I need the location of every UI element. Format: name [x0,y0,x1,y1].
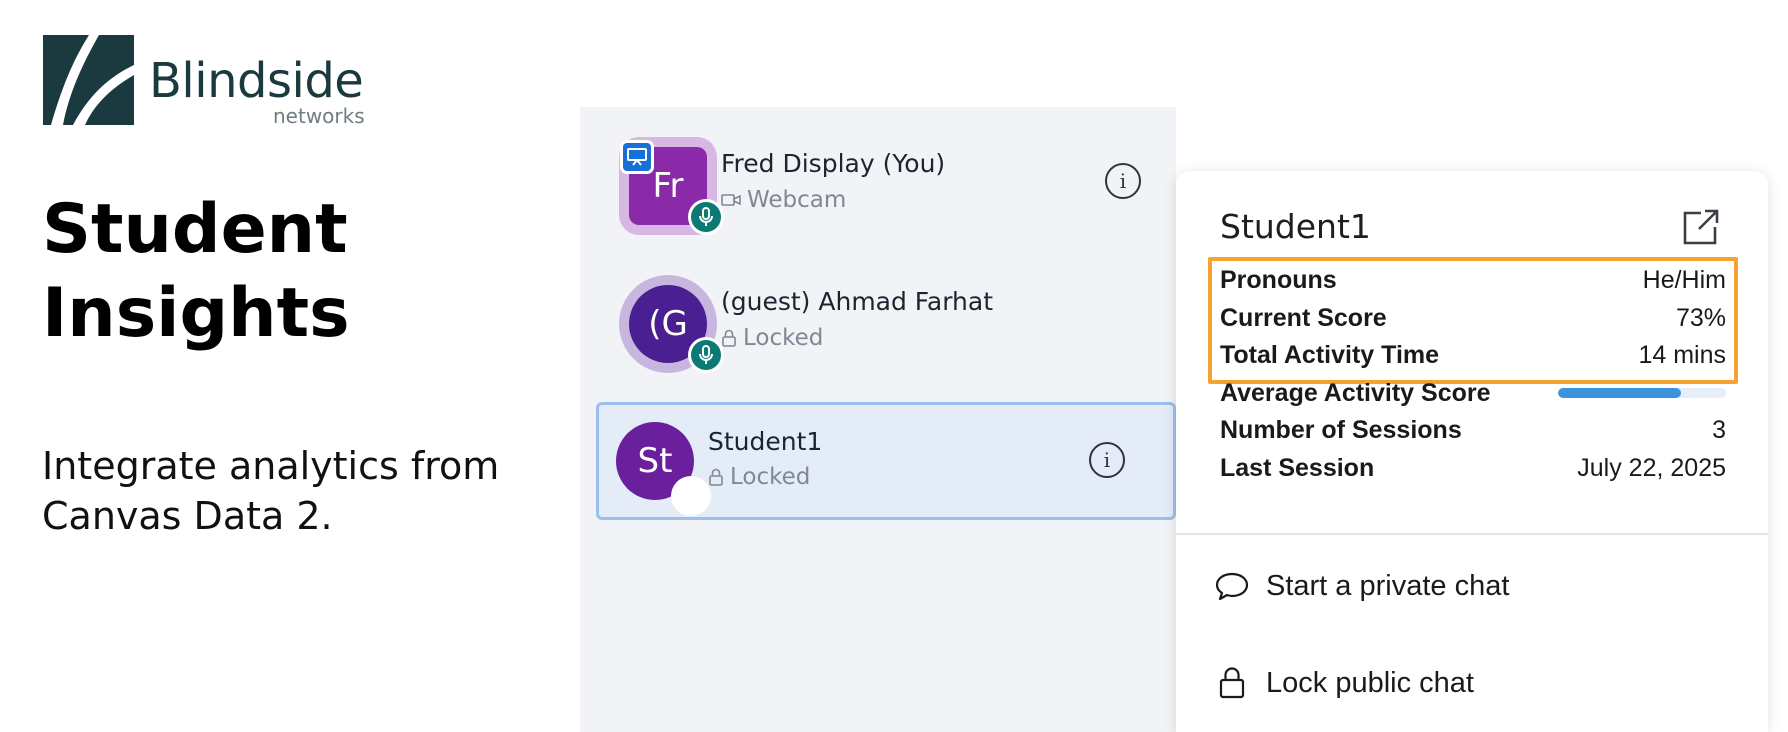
avatar-initials: St [637,441,673,481]
activity-time-row: Total Activity Time 14 mins [1220,338,1726,372]
sessions-row: Number of Sessions 3 [1220,413,1726,447]
avg-activity-row: Average Activity Score [1220,376,1726,410]
title-line-1: Student [42,190,348,269]
avatar-initials: Fr [652,166,684,206]
subtitle-line-1: Integrate analytics from [42,444,500,488]
avg-activity-progress [1558,388,1726,398]
last-session-value: July 22, 2025 [1577,453,1726,482]
sessions-label: Number of Sessions [1220,415,1462,444]
user-status-text: Webcam [747,187,847,213]
brand-name: Blindside [149,53,364,109]
last-session-row: Last Session July 22, 2025 [1220,451,1726,485]
microphone-icon [688,199,724,235]
external-link-icon[interactable] [1681,207,1721,247]
lock-icon [709,468,723,486]
page-subtitle: Integrate analytics from Canvas Data 2. [42,441,542,541]
lock-icon [1219,667,1245,699]
user-name: (guest) Ahmad Farhat [721,287,994,316]
lock-public-chat-label: Lock public chat [1266,666,1474,699]
blindside-logo-mark [43,35,134,125]
user-list-item-selected[interactable]: St Student1 Locked i [596,402,1176,520]
page-title: Student Insights [42,188,502,356]
user-list-item[interactable]: Fr Fred Display (You) Webcam i [596,107,1176,235]
current-score-label: Current Score [1220,303,1387,332]
start-private-chat-button[interactable]: Start a private chat [1214,561,1734,611]
last-session-label: Last Session [1220,453,1375,482]
user-status: Webcam [721,187,846,213]
card-title: Student1 [1220,207,1371,246]
subtitle-line-2: Canvas Data 2. [42,494,333,538]
card-divider [1176,533,1768,535]
start-private-chat-label: Start a private chat [1266,569,1510,602]
user-list-item[interactable]: (G (guest) Ahmad Farhat Locked [596,245,1176,373]
info-icon[interactable]: i [1105,163,1141,199]
pronouns-value: He/Him [1642,265,1726,294]
user-name: Student1 [708,427,823,456]
lock-public-chat-button[interactable]: Lock public chat [1214,658,1734,708]
current-score-row: Current Score 73% [1220,301,1726,335]
user-status: Locked [721,325,823,351]
chat-bubble-icon [1215,572,1249,601]
microphone-icon [688,337,724,373]
info-icon[interactable]: i [1089,442,1125,478]
lock-icon [722,329,736,347]
title-line-2: Insights [42,274,350,353]
user-list-panel: Fr Fred Display (You) Webcam i (G (guest… [580,107,1176,732]
avg-activity-progress-fill [1558,388,1681,398]
status-badge [671,476,711,516]
brand-subname: networks [273,104,365,128]
current-score-value: 73% [1675,303,1726,332]
sessions-value: 3 [1712,415,1726,444]
user-status: Locked [708,464,810,490]
avg-activity-label: Average Activity Score [1220,378,1491,407]
activity-time-value: 14 mins [1638,340,1726,369]
student-insight-card: Student1 Pronouns He/Him Current Score 7… [1176,171,1768,732]
pronouns-label: Pronouns [1220,265,1337,294]
user-status-text: Locked [743,325,824,351]
avatar-initials: (G [648,304,688,344]
presenter-icon [620,140,654,174]
activity-time-label: Total Activity Time [1220,340,1440,369]
webcam-icon [721,194,741,206]
user-name: Fred Display (You) [721,149,946,178]
user-status-text: Locked [730,464,811,490]
pronouns-row: Pronouns He/Him [1220,263,1726,297]
blindside-logo: Blindside networks [43,35,383,128]
